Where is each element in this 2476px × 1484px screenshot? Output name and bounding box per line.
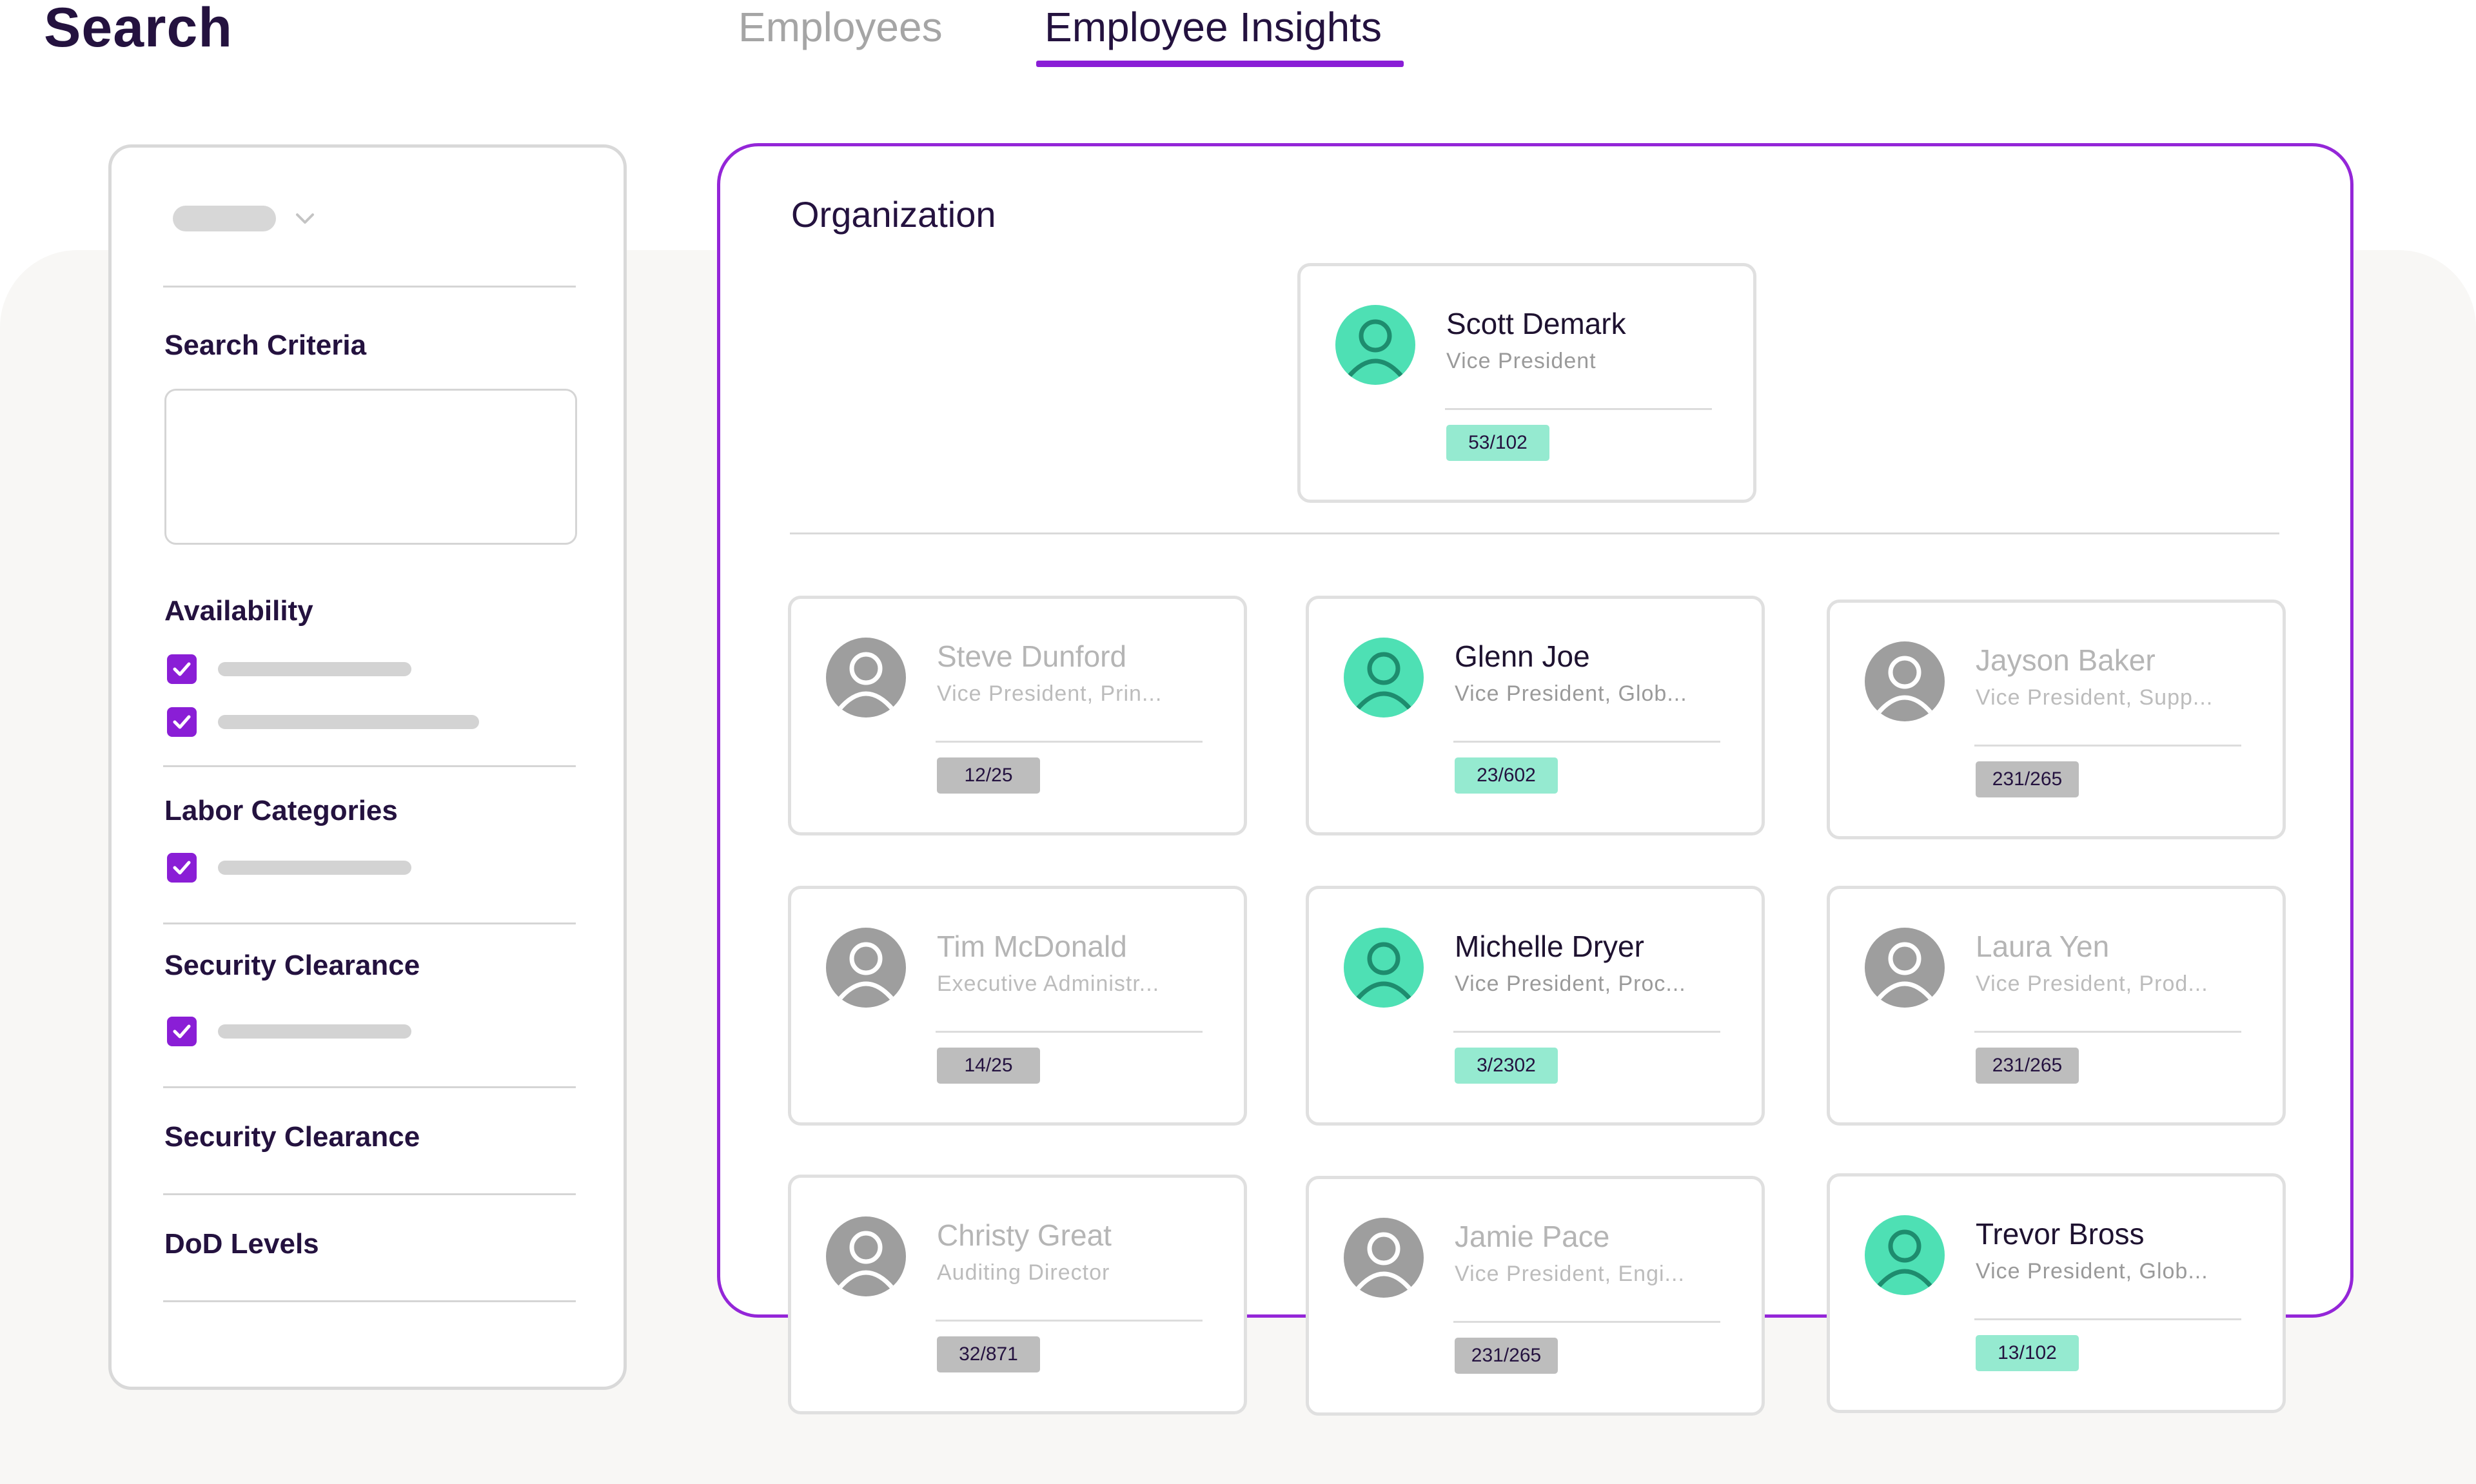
status-badge: 231/265: [1455, 1338, 1558, 1374]
employee-card[interactable]: Laura Yen Vice President, Prod... 231/26…: [1827, 886, 2286, 1126]
check-icon: [173, 662, 191, 676]
employee-name: Scott Demark: [1446, 307, 1626, 340]
employee-title: Vice President, Prod...: [1976, 971, 2208, 996]
employee-name: Laura Yen: [1976, 930, 2110, 963]
filter-dropdown[interactable]: [173, 206, 276, 231]
employee-card[interactable]: Jayson Baker Vice President, Supp... 231…: [1827, 600, 2286, 839]
person-icon: [1344, 638, 1424, 718]
employee-card[interactable]: Tim McDonald Executive Administr... 14/2…: [788, 886, 1247, 1126]
person-icon: [826, 1216, 906, 1296]
divider: [163, 1193, 576, 1195]
divider: [163, 286, 576, 288]
availability-option-2: [218, 715, 479, 729]
availability-option-1: [218, 662, 411, 676]
employee-title: Vice President, Supp...: [1976, 685, 2214, 710]
chevron-down-icon[interactable]: [292, 206, 318, 231]
employee-card[interactable]: Christy Great Auditing Director 32/871: [788, 1175, 1247, 1414]
status-badge: 3/2302: [1455, 1048, 1558, 1084]
card-divider: [936, 1320, 1203, 1322]
employee-card[interactable]: Jamie Pace Vice President, Engi... 231/2…: [1306, 1176, 1765, 1416]
employee-card[interactable]: Trevor Bross Vice President, Glob... 13/…: [1827, 1173, 2286, 1413]
section-labor-categories: Labor Categories: [164, 795, 398, 826]
leader-card[interactable]: Scott Demark Vice President 53/102: [1297, 263, 1756, 503]
page-title: Search: [44, 0, 233, 59]
status-badge: 231/265: [1976, 761, 2079, 797]
person-icon: [1865, 1215, 1945, 1295]
employee-name: Christy Great: [937, 1218, 1112, 1252]
employee-card[interactable]: Michelle Dryer Vice President, Proc... 3…: [1306, 886, 1765, 1126]
person-icon: [1344, 1218, 1424, 1298]
labor-category-checkbox[interactable]: [167, 853, 197, 883]
card-divider: [936, 741, 1203, 743]
status-badge: 12/25: [937, 757, 1040, 794]
check-icon: [173, 715, 191, 729]
person-icon: [826, 638, 906, 718]
divider: [163, 1300, 576, 1302]
card-divider: [1974, 1031, 2241, 1033]
employee-title: Executive Administr...: [937, 971, 1160, 996]
check-icon: [173, 861, 191, 875]
section-security-clearance-2[interactable]: Security Clearance: [164, 1121, 420, 1153]
divider: [163, 1086, 576, 1088]
person-icon: [1865, 928, 1945, 1008]
divider: [163, 765, 576, 767]
status-badge: 231/265: [1976, 1048, 2079, 1084]
employee-name: Jamie Pace: [1455, 1220, 1610, 1253]
filter-panel: Search Criteria Availability Labor Categ…: [108, 144, 627, 1390]
status-badge: 53/102: [1446, 425, 1549, 461]
employee-card[interactable]: Glenn Joe Vice President, Glob... 23/602: [1306, 596, 1765, 835]
active-tab-indicator: [1036, 61, 1404, 67]
labor-category-option: [218, 861, 411, 875]
card-divider: [1453, 741, 1720, 743]
person-icon: [826, 928, 906, 1008]
availability-checkbox-2[interactable]: [167, 707, 197, 737]
card-divider: [1974, 745, 2241, 747]
card-divider: [1453, 1321, 1720, 1323]
employee-name: Jayson Baker: [1976, 643, 2156, 677]
section-security-clearance: Security Clearance: [164, 950, 420, 981]
employee-title: Vice President, Engi...: [1455, 1262, 1685, 1286]
employee-name: Steve Dunford: [937, 639, 1127, 673]
employee-name: Trevor Bross: [1976, 1217, 2145, 1251]
search-criteria-input[interactable]: [164, 389, 577, 545]
section-availability: Availability: [164, 595, 313, 627]
card-divider: [1974, 1318, 2241, 1320]
section-search-criteria: Search Criteria: [164, 329, 367, 361]
employee-title: Vice President, Glob...: [1976, 1259, 2208, 1284]
person-icon: [1344, 928, 1424, 1008]
tab-employee-insights[interactable]: Employee Insights: [1045, 0, 1382, 54]
section-dod-levels[interactable]: DoD Levels: [164, 1228, 319, 1260]
status-badge: 13/102: [1976, 1335, 2079, 1371]
status-badge: 32/871: [937, 1336, 1040, 1372]
employee-card[interactable]: Steve Dunford Vice President, Prin... 12…: [788, 596, 1247, 835]
employee-title: Vice President, Proc...: [1455, 971, 1686, 996]
employee-name: Glenn Joe: [1455, 639, 1590, 673]
employee-title: Vice President, Prin...: [937, 681, 1163, 706]
tab-employees[interactable]: Employees: [738, 0, 943, 54]
divider: [163, 923, 576, 924]
card-divider: [936, 1031, 1203, 1033]
availability-checkbox-1[interactable]: [167, 654, 197, 684]
check-icon: [173, 1024, 191, 1039]
status-badge: 14/25: [937, 1048, 1040, 1084]
employee-name: Michelle Dryer: [1455, 930, 1644, 963]
organization-title: Organization: [791, 194, 996, 235]
employee-title: Vice President: [1446, 349, 1597, 373]
card-divider: [1453, 1031, 1720, 1033]
status-badge: 23/602: [1455, 757, 1558, 794]
security-clearance-checkbox[interactable]: [167, 1017, 197, 1046]
employee-name: Tim McDonald: [937, 930, 1127, 963]
security-clearance-option: [218, 1024, 411, 1039]
person-icon: [1335, 305, 1415, 385]
employee-title: Vice President, Glob...: [1455, 681, 1687, 706]
employee-title: Auditing Director: [937, 1260, 1110, 1285]
person-icon: [1865, 641, 1945, 721]
card-divider: [1445, 408, 1712, 410]
org-divider: [790, 532, 2279, 534]
